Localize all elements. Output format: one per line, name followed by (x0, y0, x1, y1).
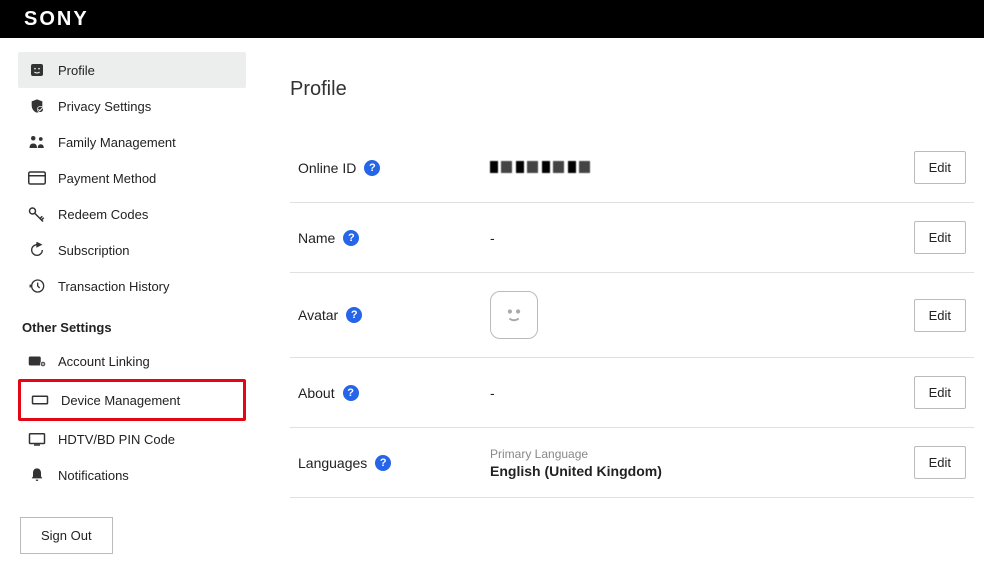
history-icon (28, 277, 46, 295)
family-icon (28, 133, 46, 151)
row-action: Edit (914, 376, 974, 409)
edit-about-button[interactable]: Edit (914, 376, 966, 409)
help-icon[interactable]: ? (343, 385, 359, 401)
card-icon (28, 169, 46, 187)
edit-languages-button[interactable]: Edit (914, 446, 966, 479)
row-label: About ? (290, 385, 490, 401)
row-label: Avatar ? (290, 307, 490, 323)
main-panel: Profile Online ID ? Edit Name ? - Edit (260, 38, 984, 570)
avatar-value (490, 291, 914, 339)
sidebar-item-label: Transaction History (58, 279, 170, 294)
row-action: Edit (914, 221, 974, 254)
sidebar-item-transactions[interactable]: Transaction History (18, 268, 246, 304)
sidebar-item-label: Payment Method (58, 171, 156, 186)
profile-icon (28, 61, 46, 79)
layout: Profile Privacy Settings Family Manageme… (0, 38, 984, 570)
sidebar-item-label: Device Management (61, 393, 180, 408)
sidebar-item-profile[interactable]: Profile (18, 52, 246, 88)
sidebar-item-subscription[interactable]: Subscription (18, 232, 246, 268)
sidebar-item-label: Notifications (58, 468, 129, 483)
sidebar-item-account-linking[interactable]: Account Linking (18, 343, 246, 379)
sidebar-item-label: Profile (58, 63, 95, 78)
label-text: Name (298, 230, 335, 246)
redacted-value (490, 161, 590, 173)
row-online-id: Online ID ? Edit (290, 133, 974, 203)
row-label: Languages ? (290, 455, 490, 471)
row-avatar: Avatar ? Edit (290, 273, 974, 358)
device-icon (31, 391, 49, 409)
shield-icon (28, 97, 46, 115)
label-text: Languages (298, 455, 367, 471)
sidebar-item-family[interactable]: Family Management (18, 124, 246, 160)
sidebar-item-label: Redeem Codes (58, 207, 148, 222)
help-icon[interactable]: ? (343, 230, 359, 246)
help-icon[interactable]: ? (346, 307, 362, 323)
sidebar-item-redeem[interactable]: Redeem Codes (18, 196, 246, 232)
row-languages: Languages ? Primary Language English (Un… (290, 428, 974, 498)
label-text: Online ID (298, 160, 356, 176)
sidebar-item-label: Account Linking (58, 354, 150, 369)
row-action: Edit (914, 151, 974, 184)
name-value: - (490, 230, 914, 246)
row-label: Name ? (290, 230, 490, 246)
refresh-icon (28, 241, 46, 259)
sidebar-item-label: Subscription (58, 243, 130, 258)
sidebar-item-privacy[interactable]: Privacy Settings (18, 88, 246, 124)
edit-avatar-button[interactable]: Edit (914, 299, 966, 332)
row-about: About ? - Edit (290, 358, 974, 428)
sidebar: Profile Privacy Settings Family Manageme… (0, 38, 260, 570)
sidebar-item-pin-code[interactable]: HDTV/BD PIN Code (18, 421, 246, 457)
sidebar-item-label: HDTV/BD PIN Code (58, 432, 175, 447)
sony-logo: SONY (24, 8, 89, 31)
avatar-icon (490, 291, 538, 339)
edit-name-button[interactable]: Edit (914, 221, 966, 254)
sidebar-item-label: Family Management (58, 135, 176, 150)
help-icon[interactable]: ? (375, 455, 391, 471)
page-title: Profile (290, 78, 974, 101)
language-value: English (United Kingdom) (490, 463, 914, 479)
signout-button[interactable]: Sign Out (20, 517, 113, 554)
label-text: Avatar (298, 307, 338, 323)
highlight-box: Device Management (18, 379, 246, 421)
row-label: Online ID ? (290, 160, 490, 176)
sidebar-item-notifications[interactable]: Notifications (18, 457, 246, 493)
edit-online-id-button[interactable]: Edit (914, 151, 966, 184)
tv-icon (28, 430, 46, 448)
link-icon (28, 352, 46, 370)
languages-value: Primary Language English (United Kingdom… (490, 447, 914, 479)
sidebar-item-device-management[interactable]: Device Management (21, 382, 243, 418)
primary-language-label: Primary Language (490, 447, 914, 461)
row-action: Edit (914, 446, 974, 479)
about-value: - (490, 385, 914, 401)
key-icon (28, 205, 46, 223)
sidebar-item-label: Privacy Settings (58, 99, 151, 114)
bell-icon (28, 466, 46, 484)
sidebar-item-payment[interactable]: Payment Method (18, 160, 246, 196)
row-name: Name ? - Edit (290, 203, 974, 273)
help-icon[interactable]: ? (364, 160, 380, 176)
global-header: SONY (0, 0, 984, 38)
label-text: About (298, 385, 335, 401)
other-settings-title: Other Settings (18, 304, 246, 343)
online-id-value (490, 160, 914, 176)
row-action: Edit (914, 299, 974, 332)
